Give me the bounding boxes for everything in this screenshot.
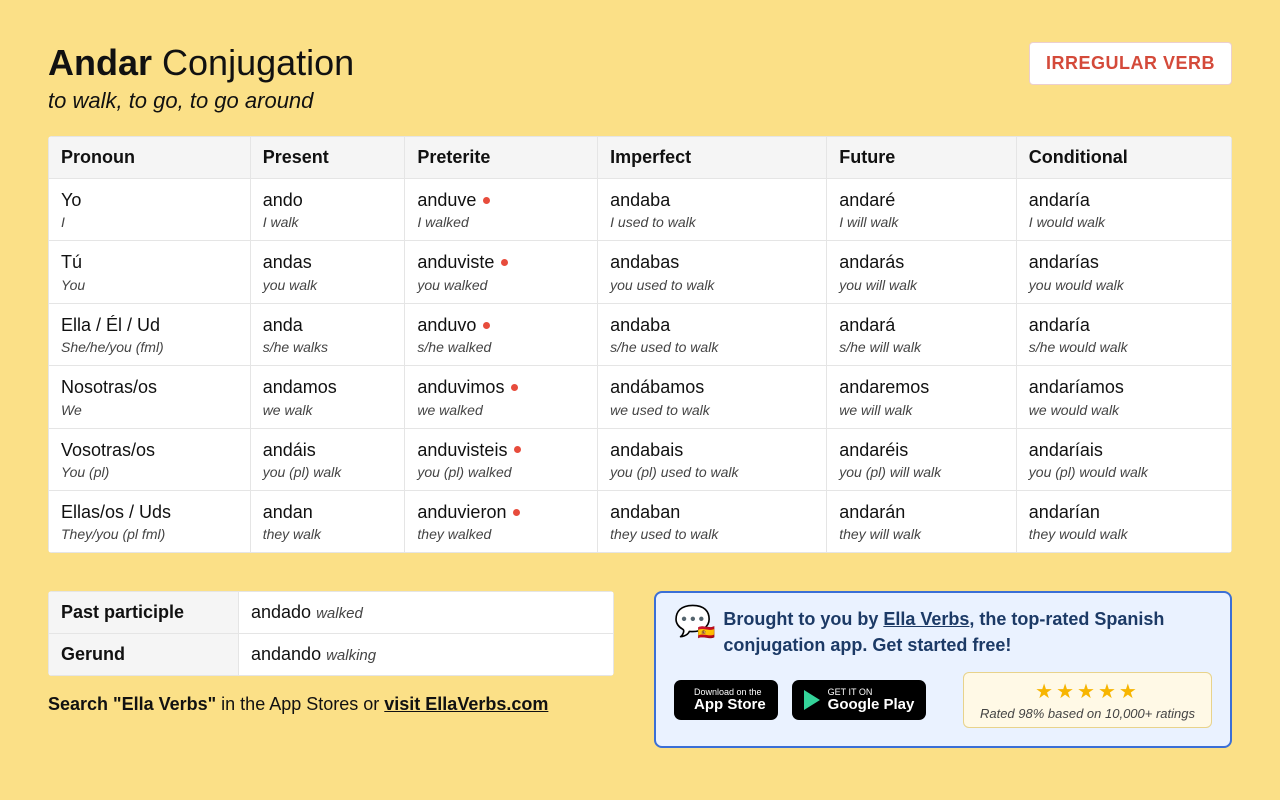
title-rest: Conjugation <box>162 42 354 83</box>
conjugation-table: PronounPresentPreteriteImperfectFutureCo… <box>48 136 1232 553</box>
pronoun-cell: Vosotras/osYou (pl) <box>49 428 251 490</box>
imperfect-cell: andabas/he used to walk <box>598 303 827 365</box>
present-cell: andoI walk <box>250 179 405 241</box>
irregular-dot-icon <box>514 446 521 453</box>
visit-link[interactable]: visit EllaVerbs.com <box>384 694 548 714</box>
column-header: Preterite <box>405 137 598 179</box>
future-cell: andaréI will walk <box>827 179 1017 241</box>
preterite-cell: anduve I walked <box>405 179 598 241</box>
pronoun-cell: Nosotras/osWe <box>49 366 251 428</box>
table-row: Ella / Él / UdShe/he/you (fml)andas/he w… <box>49 303 1232 365</box>
search-prompt: Search "Ella Verbs" in the App Stores or… <box>48 694 614 715</box>
verb-name: Andar <box>48 42 152 83</box>
column-header: Conditional <box>1016 137 1231 179</box>
rating-box: ★★★★★ Rated 98% based on 10,000+ ratings <box>963 672 1212 728</box>
irregular-dot-icon <box>483 322 490 329</box>
conditional-cell: andaríaisyou (pl) would walk <box>1016 428 1231 490</box>
past-participle-value: andado walked <box>239 592 614 634</box>
table-row: Ellas/os / UdsThey/you (pl fml)andanthey… <box>49 490 1232 552</box>
column-header: Imperfect <box>598 137 827 179</box>
present-cell: andas/he walks <box>250 303 405 365</box>
future-cell: andarás/he will walk <box>827 303 1017 365</box>
play-icon <box>804 690 820 710</box>
pronoun-cell: Ellas/os / UdsThey/you (pl fml) <box>49 490 251 552</box>
column-header: Pronoun <box>49 137 251 179</box>
irregular-dot-icon <box>513 509 520 516</box>
column-header: Present <box>250 137 405 179</box>
imperfect-cell: andabaI used to walk <box>598 179 827 241</box>
table-row: Nosotras/osWeandamoswe walkanduvimos we … <box>49 366 1232 428</box>
present-cell: andasyou walk <box>250 241 405 303</box>
present-cell: andáisyou (pl) walk <box>250 428 405 490</box>
pronoun-cell: Ella / Él / UdShe/he/you (fml) <box>49 303 251 365</box>
table-row: Vosotras/osYou (pl)andáisyou (pl) walkan… <box>49 428 1232 490</box>
page-title: Andar Conjugation <box>48 42 354 84</box>
preterite-cell: anduvo s/he walked <box>405 303 598 365</box>
irregular-dot-icon <box>511 384 518 391</box>
conditional-cell: andaríamoswe would walk <box>1016 366 1231 428</box>
irregular-dot-icon <box>483 197 490 204</box>
future-cell: andaremoswe will walk <box>827 366 1017 428</box>
table-row: YoIandoI walkanduve I walkedandabaI used… <box>49 179 1232 241</box>
imperfect-cell: andabaisyou (pl) used to walk <box>598 428 827 490</box>
present-cell: andanthey walk <box>250 490 405 552</box>
present-cell: andamoswe walk <box>250 366 405 428</box>
preterite-cell: anduvieron they walked <box>405 490 598 552</box>
imperfect-cell: andábamoswe used to walk <box>598 366 827 428</box>
imperfect-cell: andabanthey used to walk <box>598 490 827 552</box>
irregular-badge: IRREGULAR VERB <box>1029 42 1232 85</box>
preterite-cell: anduvisteis you (pl) walked <box>405 428 598 490</box>
conditional-cell: andaríanthey would walk <box>1016 490 1231 552</box>
imperfect-cell: andabasyou used to walk <box>598 241 827 303</box>
future-cell: andaréisyou (pl) will walk <box>827 428 1017 490</box>
table-row: TúYouandasyou walkanduviste you walkedan… <box>49 241 1232 303</box>
irregular-dot-icon <box>501 259 508 266</box>
conditional-cell: andaríasyou would walk <box>1016 241 1231 303</box>
pronoun-cell: TúYou <box>49 241 251 303</box>
ella-verbs-link[interactable]: Ella Verbs <box>883 609 969 629</box>
app-store-button[interactable]: Download on the App Store <box>674 680 778 720</box>
future-cell: andarásyou will walk <box>827 241 1017 303</box>
google-play-button[interactable]: GET IT ON Google Play <box>792 680 927 720</box>
promo-text: Brought to you by Ella Verbs, the top-ra… <box>723 607 1212 657</box>
past-participle-label: Past participle <box>49 592 239 634</box>
participle-table: Past participle andado walked Gerund and… <box>48 591 614 676</box>
pronoun-cell: YoI <box>49 179 251 241</box>
conditional-cell: andarías/he would walk <box>1016 303 1231 365</box>
stars-icon: ★★★★★ <box>980 679 1195 704</box>
column-header: Future <box>827 137 1017 179</box>
gerund-value: andando walking <box>239 634 614 676</box>
promo-box: 💬🇪🇸 Brought to you by Ella Verbs, the to… <box>654 591 1232 747</box>
gerund-label: Gerund <box>49 634 239 676</box>
preterite-cell: anduviste you walked <box>405 241 598 303</box>
promo-icon: 💬🇪🇸 <box>674 607 711 637</box>
conditional-cell: andaríaI would walk <box>1016 179 1231 241</box>
subtitle: to walk, to go, to go around <box>48 88 354 114</box>
preterite-cell: anduvimos we walked <box>405 366 598 428</box>
future-cell: andaránthey will walk <box>827 490 1017 552</box>
